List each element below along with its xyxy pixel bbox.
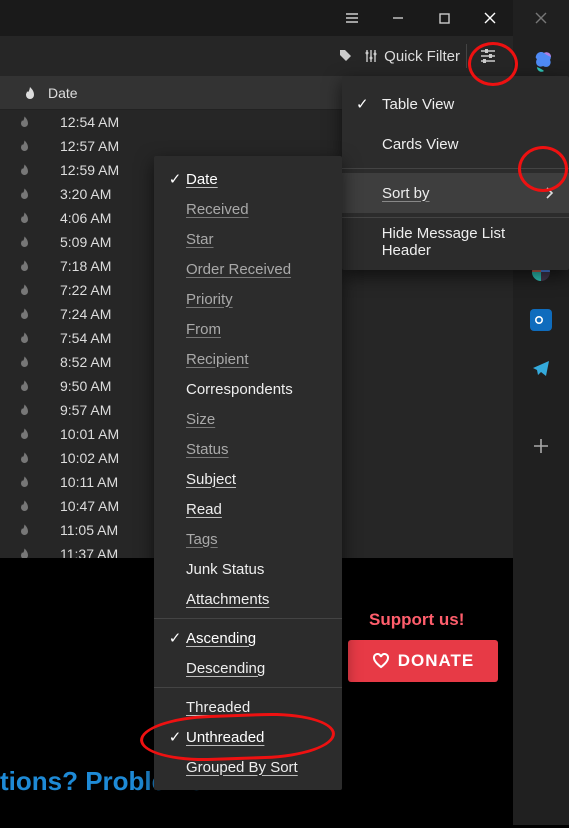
sort-read[interactable]: Read xyxy=(154,494,342,524)
flame-icon xyxy=(0,524,48,537)
row-time: 4:06 AM xyxy=(48,210,111,226)
sort-status[interactable]: Status xyxy=(154,434,342,464)
row-time: 3:20 AM xyxy=(48,186,111,202)
sort-recipient[interactable]: Recipient xyxy=(154,344,342,374)
flame-icon xyxy=(0,356,48,369)
rail-add-icon[interactable] xyxy=(513,422,569,470)
sort-size[interactable]: Size xyxy=(154,404,342,434)
window-titlebar xyxy=(0,0,513,36)
donate-button[interactable]: DONATE xyxy=(348,640,498,682)
quick-filter-label[interactable]: Quick Filter xyxy=(384,48,460,65)
sort-received[interactable]: Received xyxy=(154,194,342,224)
minimize-button[interactable] xyxy=(375,0,421,36)
row-time: 7:22 AM xyxy=(48,282,111,298)
sort-from[interactable]: From xyxy=(154,314,342,344)
flame-icon xyxy=(0,236,48,249)
close-button[interactable] xyxy=(467,0,513,36)
rail-outlook-icon[interactable] xyxy=(513,296,569,344)
row-time: 11:05 AM xyxy=(48,522,118,538)
sort-attachments[interactable]: Attachments xyxy=(154,584,342,614)
sort-grouped[interactable]: Grouped By Sort xyxy=(154,752,342,782)
menu-table-view[interactable]: Table View xyxy=(342,84,569,124)
flame-icon xyxy=(0,332,48,345)
date-column-header: Date xyxy=(48,85,78,101)
sort-junk[interactable]: Junk Status xyxy=(154,554,342,584)
sort-order-received[interactable]: Order Received xyxy=(154,254,342,284)
sort-unthreaded[interactable]: ✓Unthreaded xyxy=(154,722,342,752)
row-time: 7:18 AM xyxy=(48,258,111,274)
tag-icon[interactable] xyxy=(338,49,352,63)
flame-icon xyxy=(0,308,48,321)
row-time: 8:52 AM xyxy=(48,354,111,370)
flame-icon xyxy=(0,140,48,153)
secondary-close-button[interactable] xyxy=(513,0,569,36)
sort-ascending[interactable]: ✓Ascending xyxy=(154,623,342,653)
flame-icon xyxy=(0,260,48,273)
view-options-icon[interactable] xyxy=(479,48,497,64)
copilot-icon[interactable] xyxy=(530,48,558,76)
row-time: 10:47 AM xyxy=(48,498,119,514)
row-time: 10:02 AM xyxy=(48,450,119,466)
flame-icon xyxy=(0,452,48,465)
donate-label: DONATE xyxy=(398,651,475,671)
flame-icon xyxy=(0,428,48,441)
row-time: 12:54 AM xyxy=(48,114,119,130)
row-time: 10:11 AM xyxy=(48,474,118,490)
flame-icon xyxy=(0,476,48,489)
sort-star[interactable]: Star xyxy=(154,224,342,254)
row-time: 9:57 AM xyxy=(48,402,111,418)
flame-icon xyxy=(0,188,48,201)
row-time: 5:09 AM xyxy=(48,234,111,250)
flame-icon xyxy=(0,164,48,177)
sort-subject[interactable]: Subject xyxy=(154,464,342,494)
row-time: 7:54 AM xyxy=(48,330,111,346)
sort-date[interactable]: ✓Date xyxy=(154,164,342,194)
flame-header-icon xyxy=(12,86,48,100)
flame-icon xyxy=(0,404,48,417)
flame-icon xyxy=(0,212,48,225)
hamburger-icon[interactable] xyxy=(329,0,375,36)
row-time: 9:50 AM xyxy=(48,378,111,394)
sort-correspondents[interactable]: Correspondents xyxy=(154,374,342,404)
view-menu: Table View Cards View Sort by Hide Messa… xyxy=(342,76,569,270)
sort-priority[interactable]: Priority xyxy=(154,284,342,314)
support-label: Support us! xyxy=(369,610,464,630)
row-time: 12:57 AM xyxy=(48,138,119,154)
sort-descending[interactable]: Descending xyxy=(154,653,342,683)
sort-tags[interactable]: Tags xyxy=(154,524,342,554)
rail-telegram-icon[interactable] xyxy=(513,344,569,392)
row-time: 10:01 AM xyxy=(48,426,119,442)
sliders-icon[interactable] xyxy=(364,49,378,63)
chevron-right-icon xyxy=(545,187,555,199)
menu-cards-view[interactable]: Cards View xyxy=(342,124,569,164)
sort-threaded[interactable]: Threaded xyxy=(154,692,342,722)
menu-sort-by[interactable]: Sort by xyxy=(342,173,569,213)
flame-icon xyxy=(0,116,48,129)
flame-icon xyxy=(0,284,48,297)
row-time: 7:24 AM xyxy=(48,306,111,322)
maximize-button[interactable] xyxy=(421,0,467,36)
row-time: 12:59 AM xyxy=(48,162,119,178)
sort-menu: ✓Date Received Star Order Received Prior… xyxy=(154,156,342,790)
flame-icon xyxy=(0,380,48,393)
menu-hide-header[interactable]: Hide Message List Header xyxy=(342,222,569,262)
filter-bar: Quick Filter xyxy=(0,36,513,76)
flame-icon xyxy=(0,500,48,513)
